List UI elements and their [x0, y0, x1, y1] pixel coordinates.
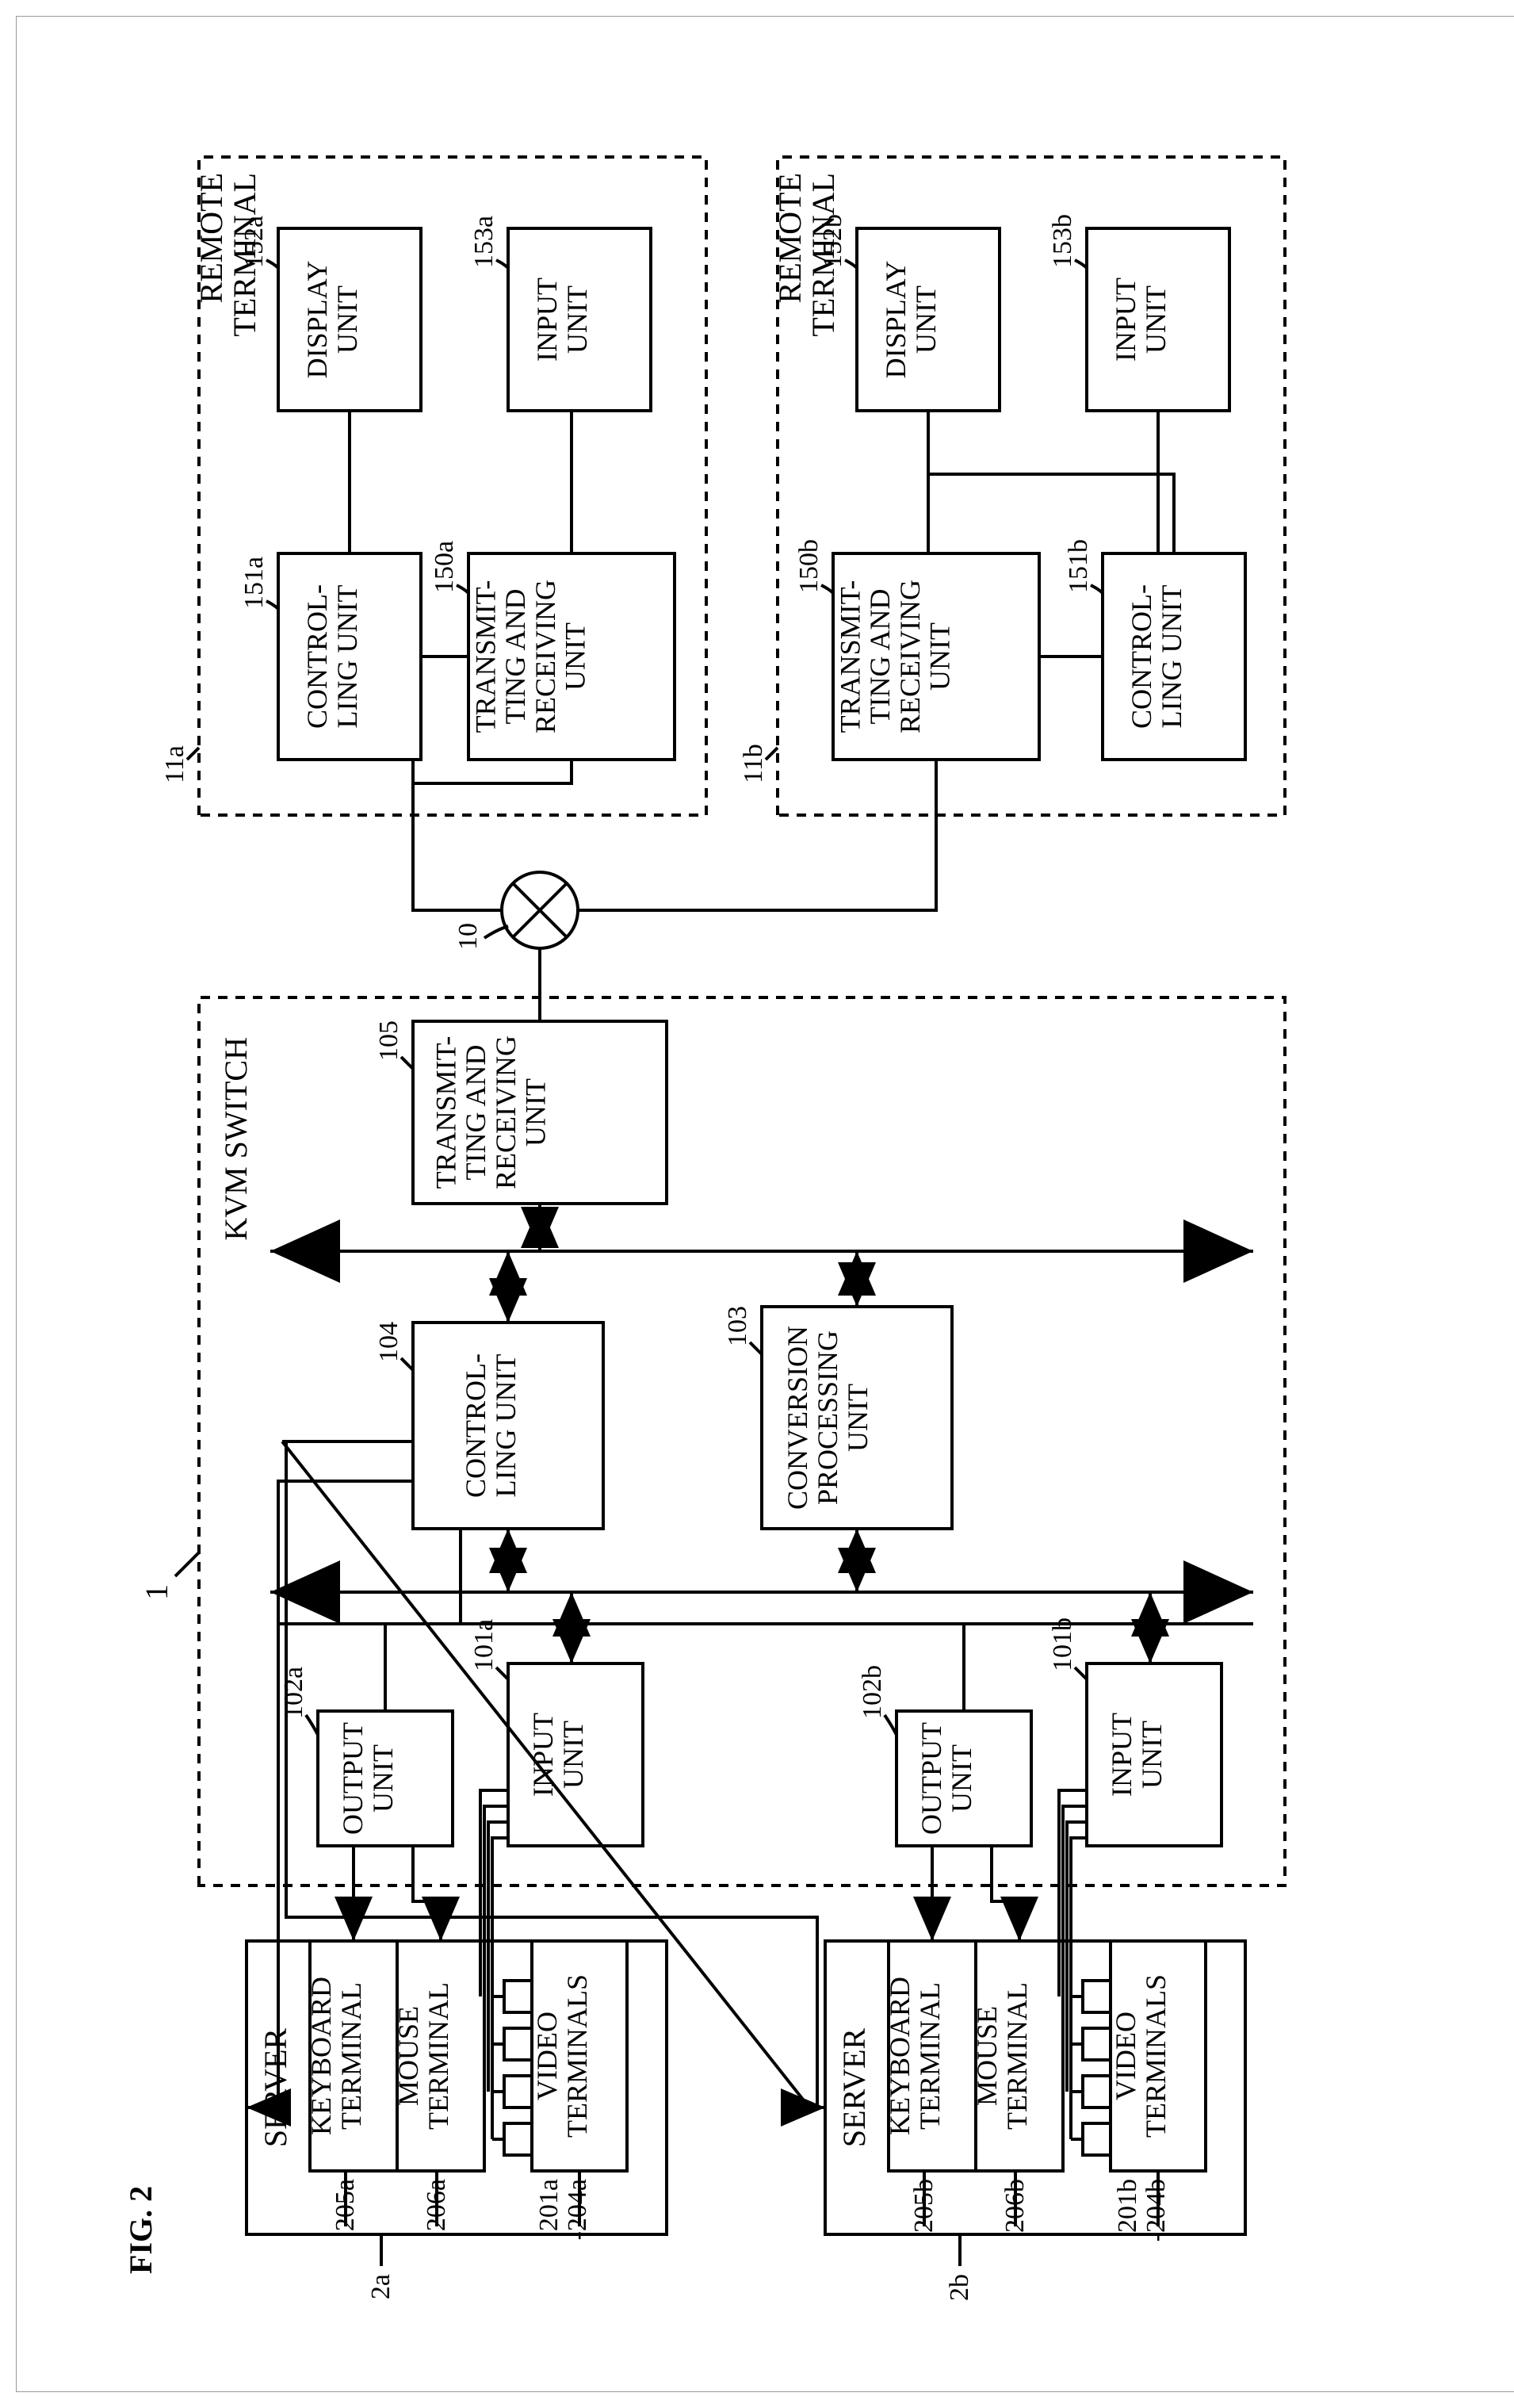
kvm-switch-ref: 1	[139, 1584, 174, 1600]
kvm-input-b-ref: 101b	[1048, 1617, 1077, 1671]
kvm-conversion-label: CONVERSIONPROCESSINGUNIT	[782, 1326, 874, 1510]
remote-a-txrx-ref: 150a	[430, 541, 459, 593]
remote-a-input-label: INPUTUNIT	[531, 278, 593, 362]
network-node-ref: 10	[453, 923, 483, 950]
kvm-txrx-ref: 105	[374, 1020, 403, 1061]
remote-a-input-ref: 153a	[469, 216, 499, 268]
server-b-keyboard-label: KEYBOARDTERMINAL	[884, 1977, 946, 2135]
server-b-ref: 2b	[945, 2274, 974, 2301]
server-a-label: SERVER	[258, 2028, 293, 2147]
kvm-controlling-label: CONTROL-LING UNIT	[460, 1353, 522, 1498]
remote-b-txrx-label: TRANSMIT-TING ANDRECEIVINGUNIT	[834, 580, 955, 733]
remote-b-display-label: DISPLAYUNIT	[880, 261, 942, 379]
remote-a-ref: 11a	[160, 745, 189, 783]
server-a-keyboard-label: KEYBOARDTERMINAL	[305, 1977, 367, 2135]
kvm-input-a-ref: 101a	[469, 1619, 499, 1671]
remote-b-ref: 11b	[739, 744, 768, 783]
network-node-icon	[502, 872, 578, 948]
server-a-mouse-label: MOUSETERMINAL	[392, 1982, 454, 2130]
kvm-conversion-ref: 103	[723, 1306, 752, 1346]
kvm-output-b-label: OUTPUTUNIT	[916, 1722, 977, 1835]
figure-page: FIG. 2 SERVER KEYBOARDTERMINAL MOUSETERM…	[16, 16, 1514, 2392]
server-a-ref: 2a	[366, 2274, 396, 2299]
remote-a-txrx-label: TRANSMIT-TING ANDRECEIVINGUNIT	[469, 580, 591, 733]
server-b-mouse-label: MOUSETERMINAL	[971, 1982, 1033, 2130]
kvm-controlling-ref: 104	[374, 1322, 403, 1362]
remote-b-input-label: INPUTUNIT	[1110, 278, 1172, 362]
remote-a-controlling-ref: 151a	[239, 557, 269, 609]
figure-title: FIG. 2	[123, 2186, 159, 2274]
kvm-output-b-ref: 102b	[858, 1665, 887, 1719]
server-a-video-ref: 201a-204a	[534, 2179, 592, 2240]
remote-b-input-ref: 153b	[1048, 214, 1077, 268]
remote-a-box	[199, 157, 706, 815]
kvm-output-a-label: OUTPUTUNIT	[337, 1722, 399, 1835]
server-b-video-ref: 201b-204b	[1113, 2179, 1171, 2241]
server-b-video-label: VIDEOTERMINALS	[1110, 1974, 1172, 2138]
remote-b-display-ref: 152b	[818, 214, 847, 268]
remote-a-display-label: DISPLAYUNIT	[301, 261, 363, 379]
remote-b-controlling-label: CONTROL-LING UNIT	[1126, 584, 1187, 729]
remote-b-txrx-ref: 150b	[794, 539, 824, 593]
server-a-video-label: VIDEOTERMINALS	[531, 1974, 593, 2138]
server-b-label: SERVER	[836, 2028, 872, 2147]
kvm-switch-label: KVM SWITCH	[218, 1037, 254, 1241]
kvm-output-a-ref: 102a	[279, 1667, 308, 1719]
remote-a-display-ref: 152a	[239, 216, 269, 268]
remote-a-controlling-label: CONTROL-LING UNIT	[301, 584, 363, 729]
kvm-input-a-label: INPUTUNIT	[527, 1713, 589, 1797]
remote-b-controlling-ref: 151b	[1064, 539, 1093, 593]
kvm-txrx-label: TRANSMIT-TING ANDRECEIVINGUNIT	[430, 1036, 551, 1189]
kvm-input-b-label: INPUTUNIT	[1106, 1713, 1168, 1797]
